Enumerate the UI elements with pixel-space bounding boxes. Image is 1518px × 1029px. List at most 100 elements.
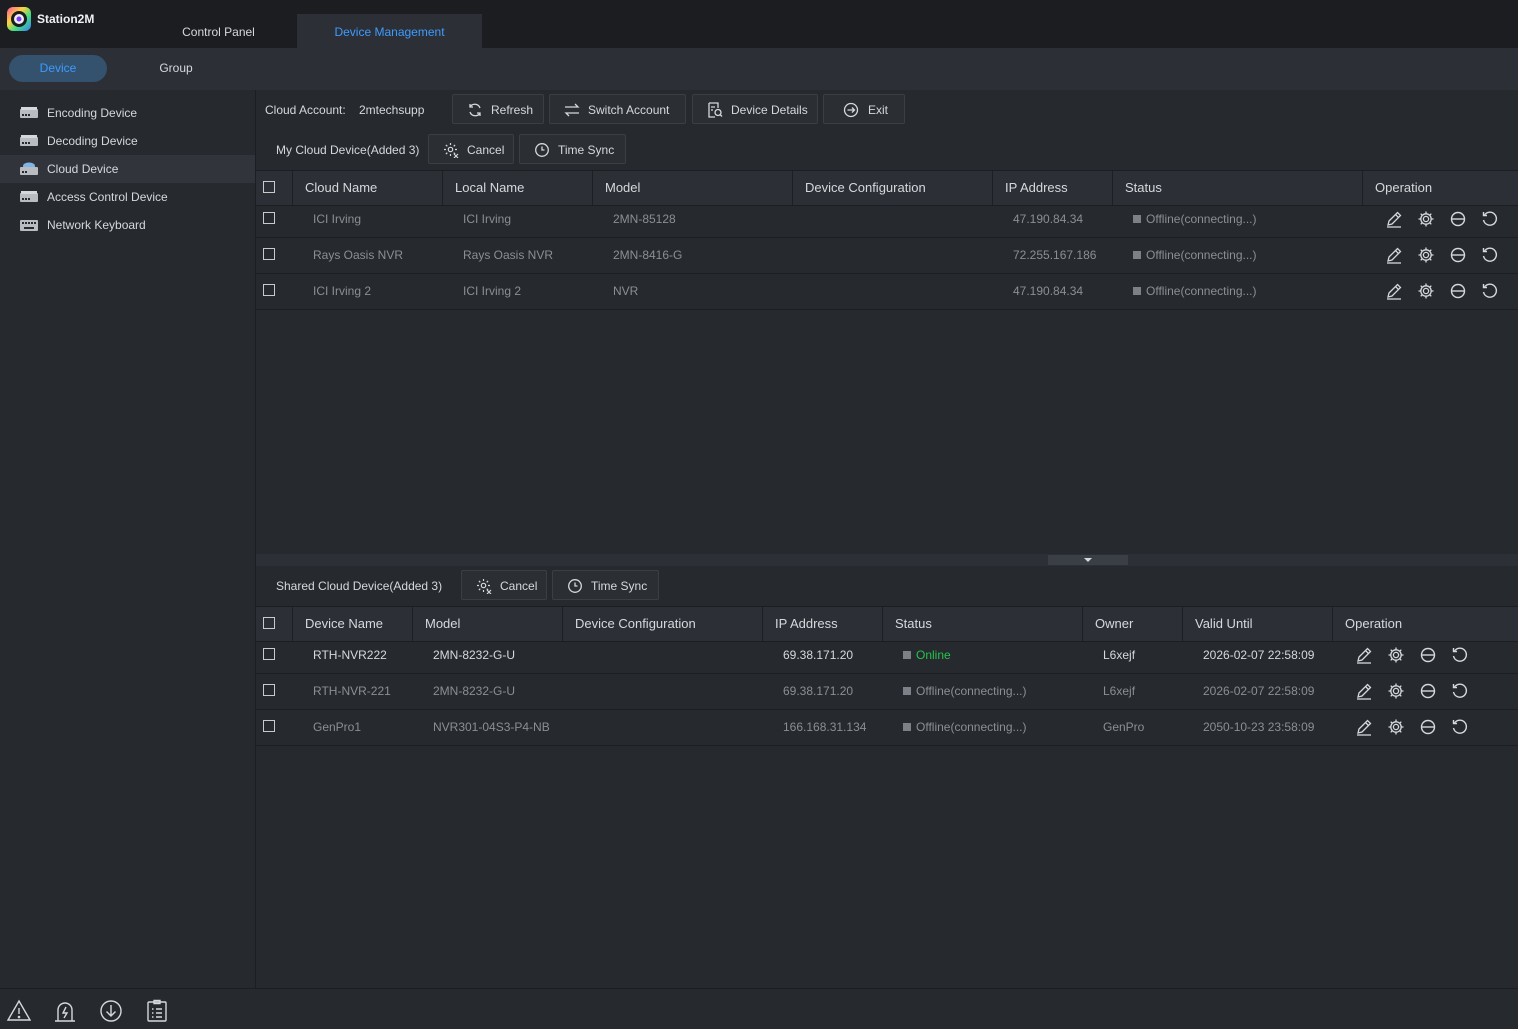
disconnect-icon[interactable] bbox=[1449, 282, 1467, 300]
select-all-checkbox[interactable] bbox=[263, 617, 275, 629]
column-header[interactable]: Owner bbox=[1082, 607, 1183, 641]
device-details-button[interactable]: Device Details bbox=[692, 94, 818, 124]
column-header[interactable]: Valid Until bbox=[1182, 607, 1333, 641]
download-icon[interactable] bbox=[99, 999, 123, 1023]
settings-gear-icon[interactable] bbox=[1417, 210, 1435, 228]
column-header[interactable]: Operation bbox=[1362, 171, 1518, 205]
column-header[interactable]: Status bbox=[1112, 171, 1363, 205]
row-checkbox[interactable] bbox=[263, 284, 275, 296]
column-header[interactable]: Device Configuration bbox=[792, 171, 993, 205]
column-header[interactable]: Model bbox=[412, 607, 563, 641]
edit-icon[interactable] bbox=[1385, 210, 1403, 228]
cell-owner: L6xejf bbox=[1103, 684, 1136, 698]
edit-icon[interactable] bbox=[1385, 282, 1403, 300]
sidebar-item-cloud-device[interactable]: Cloud Device bbox=[0, 155, 255, 183]
restart-icon[interactable] bbox=[1451, 682, 1469, 700]
clock-icon bbox=[534, 142, 550, 158]
edit-icon[interactable] bbox=[1355, 682, 1373, 700]
settings-gear-icon[interactable] bbox=[1387, 682, 1405, 700]
status-indicator bbox=[1133, 287, 1141, 295]
select-all-checkbox[interactable] bbox=[263, 181, 275, 193]
sidebar-item-access-control-device[interactable]: Access Control Device bbox=[0, 183, 255, 211]
cell-local-name: ICI Irving bbox=[463, 212, 512, 226]
tab-device-management[interactable]: Device Management bbox=[297, 14, 482, 48]
row-checkbox[interactable] bbox=[263, 212, 275, 224]
restart-icon[interactable] bbox=[1481, 210, 1499, 228]
sidebar-item-label: Network Keyboard bbox=[47, 218, 146, 232]
column-header[interactable]: Device Name bbox=[292, 607, 413, 641]
refresh-button[interactable]: Refresh bbox=[452, 94, 544, 124]
cell-status: Offline(connecting...) bbox=[1133, 273, 1257, 309]
settings-gear-icon[interactable] bbox=[1417, 246, 1435, 264]
cloud-account-value: 2mtechsupp bbox=[359, 103, 425, 117]
my-cloud-cancel-button[interactable]: Cancel bbox=[428, 134, 514, 164]
cell-ip-address: 69.38.171.20 bbox=[783, 648, 854, 662]
switch-icon bbox=[564, 102, 580, 118]
column-header[interactable]: IP Address bbox=[762, 607, 883, 641]
status-indicator bbox=[903, 723, 911, 731]
sidebar-item-label: Cloud Device bbox=[47, 162, 119, 176]
table-row[interactable]: RTH-NVR222 2MN-8232-G-U 69.38.171.20 Online… bbox=[256, 637, 1518, 674]
gear-cancel-icon bbox=[476, 578, 492, 594]
splitter-handle[interactable] bbox=[1048, 555, 1128, 565]
table-row[interactable]: ICI Irving ICI Irving 2MN-85128 47.190.84.3… bbox=[256, 201, 1518, 238]
column-header[interactable]: IP Address bbox=[992, 171, 1113, 205]
restart-icon[interactable] bbox=[1451, 718, 1469, 736]
sidebar-item-encoding-device[interactable]: Encoding Device bbox=[0, 99, 255, 127]
status-indicator bbox=[1133, 251, 1141, 259]
my-cloud-time-sync-button[interactable]: Time Sync bbox=[519, 134, 626, 164]
edit-icon[interactable] bbox=[1355, 646, 1373, 664]
row-checkbox[interactable] bbox=[263, 648, 275, 660]
column-header[interactable]: Status bbox=[882, 607, 1083, 641]
task-list-icon[interactable] bbox=[145, 999, 169, 1023]
settings-gear-icon[interactable] bbox=[1417, 282, 1435, 300]
cell-cloud-name: ICI Irving bbox=[313, 212, 362, 226]
table-row[interactable]: RTH-NVR-221 2MN-8232-G-U 69.38.171.20 Offli… bbox=[256, 673, 1518, 710]
edit-icon[interactable] bbox=[1355, 718, 1373, 736]
table-row[interactable]: Rays Oasis NVR Rays Oasis NVR 2MN-8416-G 72… bbox=[256, 237, 1518, 274]
cloud-account-label: Cloud Account: bbox=[265, 103, 346, 117]
disconnect-icon[interactable] bbox=[1449, 210, 1467, 228]
shared-cloud-time-sync-button[interactable]: Time Sync bbox=[552, 570, 659, 600]
clock-icon bbox=[567, 578, 583, 594]
column-header[interactable]: Device Configuration bbox=[562, 607, 763, 641]
settings-gear-icon[interactable] bbox=[1387, 646, 1405, 664]
column-header[interactable]: Model bbox=[592, 171, 793, 205]
table-row[interactable]: ICI Irving 2 ICI Irving 2 NVR 47.190.84.34 O… bbox=[256, 273, 1518, 310]
cell-owner: L6xejf bbox=[1103, 648, 1136, 662]
restart-icon[interactable] bbox=[1451, 646, 1469, 664]
sidebar-item-network-keyboard[interactable]: Network Keyboard bbox=[0, 211, 255, 239]
tab-control-panel[interactable]: Control Panel bbox=[140, 14, 297, 48]
restart-icon[interactable] bbox=[1481, 282, 1499, 300]
alarm-bolt-icon[interactable] bbox=[53, 999, 77, 1023]
disconnect-icon[interactable] bbox=[1419, 646, 1437, 664]
row-checkbox[interactable] bbox=[263, 684, 275, 696]
cell-local-name: ICI Irving 2 bbox=[463, 284, 522, 298]
status-bar bbox=[0, 988, 1518, 1029]
cell-device-name: RTH-NVR222 bbox=[313, 648, 387, 662]
disconnect-icon[interactable] bbox=[1419, 682, 1437, 700]
row-checkbox[interactable] bbox=[263, 248, 275, 260]
edit-icon[interactable] bbox=[1385, 246, 1403, 264]
settings-gear-icon[interactable] bbox=[1387, 718, 1405, 736]
shared-cloud-cancel-button[interactable]: Cancel bbox=[461, 570, 547, 600]
row-checkbox[interactable] bbox=[263, 720, 275, 732]
switch-account-button[interactable]: Switch Account bbox=[549, 94, 686, 124]
table-row[interactable]: GenPro1 NVR301-04S3-P4-NB 166.168.31.134 Of… bbox=[256, 709, 1518, 746]
disconnect-icon[interactable] bbox=[1419, 718, 1437, 736]
column-header[interactable]: Cloud Name bbox=[292, 171, 443, 205]
subnav-group[interactable]: Group bbox=[127, 55, 225, 82]
sidebar-item-decoding-device[interactable]: Decoding Device bbox=[0, 127, 255, 155]
restart-icon[interactable] bbox=[1481, 246, 1499, 264]
column-header[interactable]: Operation bbox=[1332, 607, 1518, 641]
cell-valid-until: 2026-02-07 22:58:09 bbox=[1203, 648, 1315, 662]
cell-owner: GenPro bbox=[1103, 720, 1145, 734]
sidebar: Encoding Device Decoding Device Cloud De… bbox=[0, 90, 256, 988]
subnav-device[interactable]: Device bbox=[9, 55, 107, 82]
disconnect-icon[interactable] bbox=[1449, 246, 1467, 264]
warning-icon[interactable] bbox=[7, 999, 31, 1023]
exit-button[interactable]: Exit bbox=[823, 94, 905, 124]
column-header[interactable]: Local Name bbox=[442, 171, 593, 205]
cell-model: 2MN-8232-G-U bbox=[433, 648, 516, 662]
cell-cloud-name: Rays Oasis NVR bbox=[313, 248, 404, 262]
